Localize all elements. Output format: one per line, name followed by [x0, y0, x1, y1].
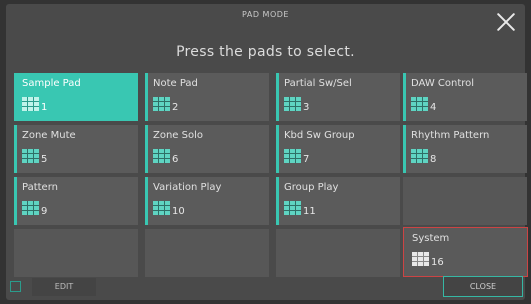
- pad-number: 16: [431, 257, 444, 268]
- edit-checkbox[interactable]: [10, 281, 21, 292]
- pad-label: System: [412, 233, 450, 244]
- pad-label: Rhythm Pattern: [411, 130, 490, 141]
- pad-label: Note Pad: [153, 78, 198, 89]
- pad-rhythm-pattern[interactable]: Rhythm Pattern 8: [403, 125, 527, 173]
- pad-zone-mute[interactable]: Zone Mute 5: [14, 125, 138, 173]
- pad-number: 8: [430, 154, 437, 165]
- pad-variation-play[interactable]: Variation Play 10: [145, 177, 269, 225]
- pad-number: 11: [303, 206, 316, 217]
- pad-label: Sample Pad: [22, 78, 81, 89]
- pad-mode-dialog: PAD MODE Press the pads to select. Sampl…: [6, 4, 528, 300]
- pad-number: 6: [172, 154, 179, 165]
- pad-number: 7: [303, 154, 310, 165]
- close-button[interactable]: CLOSE: [443, 276, 523, 297]
- pad-number: 5: [41, 154, 48, 165]
- pad-number: 10: [172, 206, 185, 217]
- pad-label: Variation Play: [153, 182, 222, 193]
- pad-empty: [403, 177, 527, 225]
- edit-button[interactable]: EDIT: [32, 278, 96, 296]
- pad-label: DAW Control: [411, 78, 475, 89]
- pad-kbd-sw-group[interactable]: Kbd Sw Group 7: [276, 125, 400, 173]
- pad-empty: [276, 229, 400, 277]
- pad-grid-icon: [22, 149, 39, 163]
- pad-accent-bar: [276, 125, 279, 173]
- pad-grid-icon: [22, 201, 39, 215]
- pad-number: 1: [41, 102, 48, 113]
- pad-system[interactable]: System 16: [403, 227, 528, 277]
- pad-partial-sw-sel[interactable]: Partial Sw/Sel 3: [276, 73, 400, 121]
- pad-mode-screen: PAD MODE Press the pads to select. Sampl…: [0, 0, 531, 304]
- pad-label: Group Play: [284, 182, 339, 193]
- bottom-bar: EDIT CLOSE: [6, 276, 525, 298]
- pad-accent-bar: [403, 125, 406, 173]
- pad-daw-control[interactable]: DAW Control 4: [403, 73, 527, 121]
- pad-accent-bar: [145, 177, 148, 225]
- pad-grid-icon: [284, 97, 301, 111]
- pad-number: 9: [41, 206, 48, 217]
- pad-zone-solo[interactable]: Zone Solo 6: [145, 125, 269, 173]
- pad-number: 2: [172, 102, 179, 113]
- pad-number: 3: [303, 102, 310, 113]
- pad-empty: [14, 229, 138, 277]
- pad-label: Partial Sw/Sel: [284, 78, 352, 89]
- pad-label: Zone Mute: [22, 130, 76, 141]
- pad-group-play[interactable]: Group Play 11: [276, 177, 400, 225]
- close-icon[interactable]: [493, 9, 519, 35]
- pad-accent-bar: [145, 125, 148, 173]
- pad-label: Zone Solo: [153, 130, 203, 141]
- pad-grid: Sample Pad 1 Note Pad 2 Partial Sw/Sel 3…: [14, 73, 528, 277]
- pad-pattern[interactable]: Pattern 9: [14, 177, 138, 225]
- pad-grid-icon: [411, 97, 428, 111]
- instruction-text: Press the pads to select.: [176, 44, 355, 60]
- pad-number: 4: [430, 102, 437, 113]
- pad-empty: [145, 229, 269, 277]
- pad-grid-icon: [153, 149, 170, 163]
- pad-grid-icon: [411, 149, 428, 163]
- pad-accent-bar: [403, 73, 406, 121]
- pad-grid-icon: [153, 97, 170, 111]
- pad-accent-bar: [14, 73, 17, 121]
- pad-label: Kbd Sw Group: [284, 130, 355, 141]
- pad-label: Pattern: [22, 182, 58, 193]
- pad-accent-bar: [145, 73, 148, 121]
- pad-note-pad[interactable]: Note Pad 2: [145, 73, 269, 121]
- pad-grid-icon: [284, 201, 301, 215]
- pad-grid-icon: [284, 149, 301, 163]
- pad-grid-icon: [22, 97, 39, 111]
- pad-accent-bar: [276, 177, 279, 225]
- pad-grid-icon: [153, 201, 170, 215]
- pad-accent-bar: [14, 177, 17, 225]
- pad-sample-pad[interactable]: Sample Pad 1: [14, 73, 138, 121]
- pad-accent-bar: [14, 125, 17, 173]
- pad-accent-bar: [276, 73, 279, 121]
- dialog-title: PAD MODE: [242, 10, 289, 19]
- pad-grid-icon: [412, 252, 429, 266]
